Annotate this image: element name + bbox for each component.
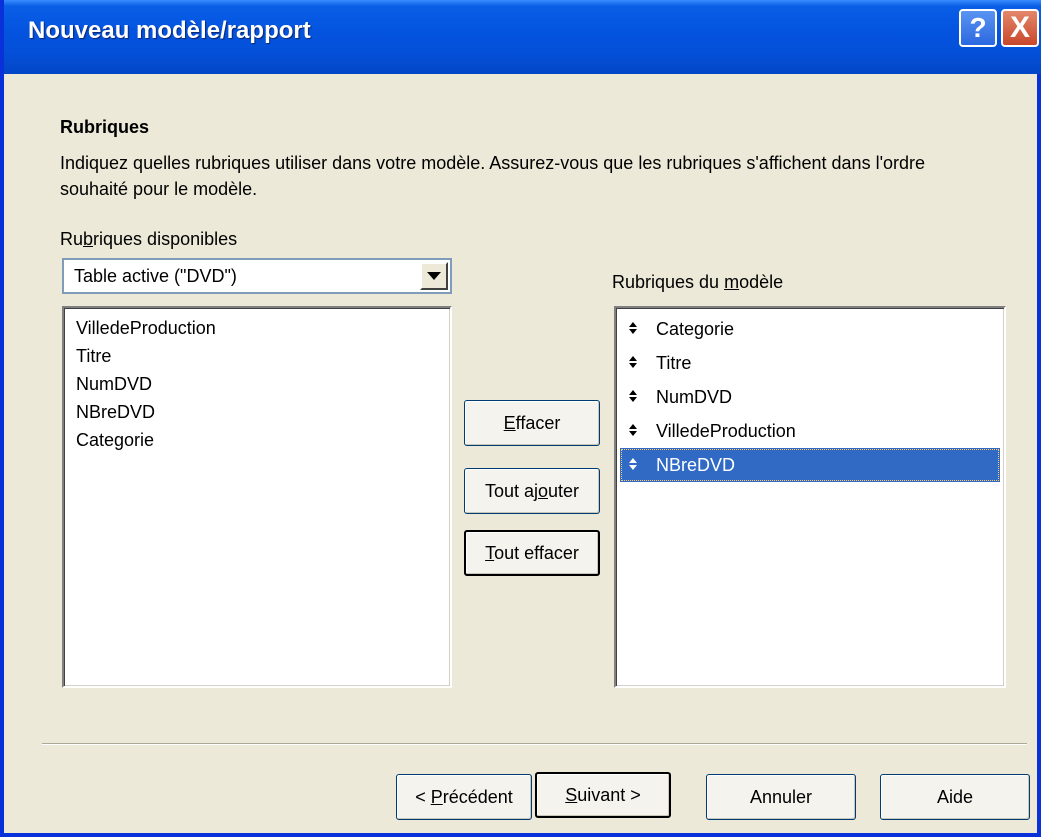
list-item-label: Categorie <box>656 319 735 339</box>
next-button-label: Suivant > <box>565 784 641 805</box>
available-fields-label: Rubriques disponibles <box>60 229 238 249</box>
list-item[interactable]: VilledeProduction <box>76 314 216 342</box>
list-item[interactable]: NumDVD <box>76 370 152 398</box>
list-item-selected[interactable]: NBreDVD <box>620 448 1000 482</box>
add-all-button[interactable]: Tout ajouter <box>464 468 600 514</box>
list-item[interactable]: Categorie <box>620 312 1000 346</box>
remove-button-label: Effacer <box>503 412 561 433</box>
drag-handle-icon[interactable] <box>626 346 640 380</box>
remove-all-button-label: Tout effacer <box>485 542 579 563</box>
available-fields-list[interactable]: VilledeProduction Titre NumDVD NBreDVD C… <box>62 306 452 688</box>
dropdown-button[interactable] <box>420 262 448 290</box>
list-item[interactable]: Categorie <box>76 426 154 454</box>
next-button[interactable]: Suivant > <box>535 772 671 818</box>
section-description: Indiquez quelles rubriques utiliser dans… <box>60 153 926 199</box>
list-item-label: NBreDVD <box>656 455 736 475</box>
list-item-label: NumDVD <box>656 387 733 407</box>
list-item-label: Titre <box>656 353 692 373</box>
close-button[interactable]: X <box>1001 9 1039 47</box>
title-bar[interactable]: Nouveau modèle/rapport ? X <box>4 0 1041 74</box>
model-fields-label: Rubriques du modèle <box>612 272 784 292</box>
window-title: Nouveau modèle/rapport <box>28 17 311 44</box>
list-item-label: VilledeProduction <box>656 421 796 441</box>
section-heading: Rubriques <box>60 117 150 137</box>
model-fields-list[interactable]: Categorie Titre NumDVD VilledeProduction… <box>614 306 1006 688</box>
remove-button[interactable]: Effacer <box>464 400 600 446</box>
list-item[interactable]: Titre <box>76 342 111 370</box>
help-button-label: Aide <box>936 786 974 807</box>
chevron-down-icon <box>427 272 441 280</box>
list-item[interactable]: NBreDVD <box>76 398 155 426</box>
close-icon: X <box>1009 11 1030 44</box>
drag-handle-icon[interactable] <box>626 448 640 482</box>
question-mark-icon: ? <box>969 12 987 43</box>
cancel-button[interactable]: Annuler <box>706 774 856 820</box>
previous-button[interactable]: < Précédent <box>396 774 532 820</box>
remove-all-button[interactable]: Tout effacer <box>464 530 600 576</box>
list-item[interactable]: Titre <box>620 346 1000 380</box>
drag-handle-icon[interactable] <box>626 380 640 414</box>
footer-separator <box>42 743 1027 745</box>
add-all-button-label: Tout ajouter <box>484 480 580 501</box>
table-select-value: Table active ("DVD") <box>74 266 237 286</box>
help-title-button[interactable]: ? <box>959 9 997 47</box>
cancel-button-label: Annuler <box>749 786 813 807</box>
table-select[interactable]: Table active ("DVD") <box>62 258 452 294</box>
wizard-dialog: Nouveau modèle/rapport ? X Rubriques Ind… <box>0 0 1041 837</box>
list-item[interactable]: NumDVD <box>620 380 1000 414</box>
list-item[interactable]: VilledeProduction <box>620 414 1000 448</box>
help-button[interactable]: Aide <box>880 774 1030 820</box>
drag-handle-icon[interactable] <box>626 312 640 346</box>
drag-handle-icon[interactable] <box>626 414 640 448</box>
previous-button-label: < Précédent <box>415 786 513 807</box>
